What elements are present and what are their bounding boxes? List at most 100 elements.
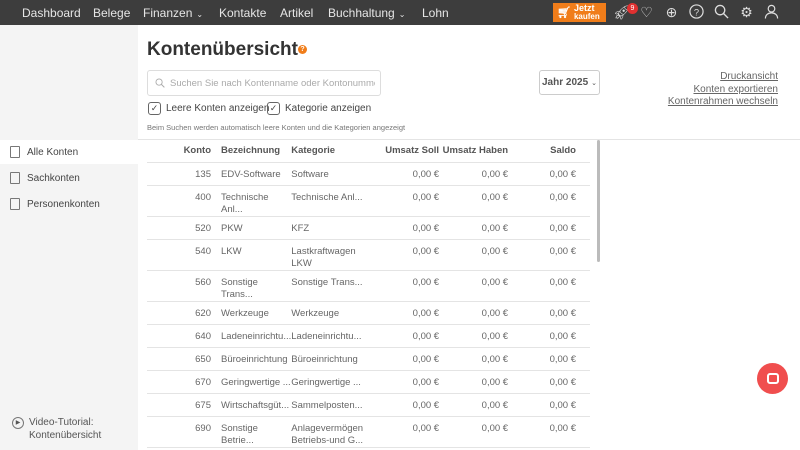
cell-umsatz-soll: 0,00 €	[371, 185, 440, 217]
document-icon	[10, 172, 20, 184]
video-tutorial-label: Video-Tutorial: Kontenübersicht	[29, 416, 101, 442]
video-line2: Kontenübersicht	[29, 430, 102, 441]
col-umsatz-haben[interactable]: Umsatz Haben	[439, 140, 509, 163]
chevron-down-icon: ⌄	[196, 10, 204, 19]
nav-buchhaltung-label: Buchhaltung	[328, 6, 395, 20]
cell-konto: 135	[147, 162, 211, 186]
table-scrollbar[interactable]	[597, 140, 600, 262]
cell-bezeichnung: Technische Anl...	[211, 185, 292, 217]
search-icon	[155, 78, 165, 88]
cell-umsatz-haben: 0,00 €	[439, 301, 509, 325]
year-select[interactable]: Jahr 2025 ⌄	[539, 70, 600, 95]
cell-umsatz-soll: 0,00 €	[371, 162, 440, 186]
table-row[interactable]: 400 Technische Anl... Technische Anl... 0,0…	[147, 185, 590, 217]
search-input[interactable]	[170, 77, 375, 89]
sidebar-item-label: Alle Konten	[27, 146, 79, 158]
checkmark-icon: ✓	[148, 102, 161, 115]
change-chart-of-accounts-link[interactable]: Kontenrahmen wechseln	[668, 96, 778, 109]
help-icon[interactable]: ?	[688, 4, 705, 21]
cell-umsatz-soll: 0,00 €	[371, 416, 440, 448]
table-row[interactable]: 675 Wirtschaftsgüt... Sammelposten... 0,00 …	[147, 393, 590, 417]
chat-button[interactable]	[757, 363, 788, 394]
cell-bezeichnung: Sonstige Betrie...	[211, 416, 292, 448]
cell-kategorie: Software	[291, 162, 372, 186]
action-links: Druckansicht Konten exportieren Kontenra…	[668, 71, 778, 109]
col-kategorie[interactable]: Kategorie	[291, 140, 372, 163]
cell-umsatz-soll: 0,00 €	[371, 370, 440, 394]
help-badge-icon[interactable]: ?	[298, 45, 307, 54]
table-row[interactable]: 640 Ladeneinrichtu... Ladeneinrichtu... 0,0…	[147, 324, 590, 348]
nav-finanzen[interactable]: Finanzen ⌄	[143, 6, 203, 20]
nav-buchhaltung[interactable]: Buchhaltung ⌄	[328, 6, 405, 20]
table-row[interactable]: 135 EDV-Software Software 0,00 €0,00 €0,00 …	[147, 162, 590, 186]
cell-kategorie: Technische Anl...	[291, 185, 372, 217]
cell-umsatz-soll: 0,00 €	[371, 270, 440, 302]
play-icon: ▶	[12, 417, 24, 429]
col-bezeichnung[interactable]: Bezeichnung	[211, 140, 292, 163]
cell-bezeichnung: Werkzeuge	[211, 301, 292, 325]
checkbox-label: Kategorie anzeigen	[285, 103, 372, 114]
cell-umsatz-haben: 0,00 €	[439, 216, 509, 240]
cell-saldo: 0,00 €	[508, 185, 590, 217]
buy-now-button[interactable]: 🛒︎ Jetzt kaufen	[553, 3, 606, 22]
cell-konto: 560	[147, 270, 211, 302]
cell-umsatz-soll: 0,00 €	[371, 301, 440, 325]
search-hint: Beim Suchen werden automatisch leere Kon…	[147, 123, 406, 132]
cell-umsatz-haben: 0,00 €	[439, 270, 509, 302]
search-icon[interactable]	[713, 4, 730, 21]
cell-bezeichnung: Geringwertige ...	[211, 370, 292, 394]
col-saldo[interactable]: Saldo	[508, 140, 590, 163]
sidebar-item-sachkonten[interactable]: Sachkonten	[0, 166, 138, 190]
cell-umsatz-soll: 0,00 €	[371, 239, 440, 271]
table-header: Konto Bezeichnung Kategorie Umsatz Soll …	[147, 140, 590, 163]
settings-gear-icon[interactable]: ⚙︎	[738, 4, 755, 21]
cell-konto: 650	[147, 347, 211, 371]
print-view-link[interactable]: Druckansicht	[668, 71, 778, 84]
chevron-down-icon: ⌄	[398, 10, 406, 19]
sidebar-item-alle-konten[interactable]: Alle Konten	[0, 140, 138, 164]
cell-saldo: 0,00 €	[508, 270, 590, 302]
cell-umsatz-haben: 0,00 €	[439, 239, 509, 271]
heart-icon[interactable]: ♡	[638, 4, 655, 21]
nav-lohn[interactable]: Lohn	[422, 6, 449, 20]
show-category-checkbox[interactable]: ✓ Kategorie anzeigen	[267, 102, 371, 115]
sidebar-item-personenkonten[interactable]: Personenkonten	[0, 192, 138, 216]
sidebar-item-label: Personenkonten	[27, 198, 100, 210]
export-accounts-link[interactable]: Konten exportieren	[668, 84, 778, 97]
cell-bezeichnung: Ladeneinrichtu...	[211, 324, 292, 348]
nav-dashboard[interactable]: Dashboard	[22, 6, 81, 20]
show-empty-accounts-checkbox[interactable]: ✓ Leere Konten anzeigen	[148, 102, 269, 115]
cell-bezeichnung: Wirtschaftsgüt...	[211, 393, 292, 417]
video-line1: Video-Tutorial:	[29, 417, 94, 428]
cell-saldo: 0,00 €	[508, 239, 590, 271]
cell-saldo: 0,00 €	[508, 393, 590, 417]
cell-konto: 675	[147, 393, 211, 417]
cell-saldo: 0,00 €	[508, 347, 590, 371]
table-row[interactable]: 670 Geringwertige ... Geringwertige ... 0,0…	[147, 370, 590, 394]
table-row[interactable]: 690 Sonstige Betrie... Anlagevermögen Betr…	[147, 416, 590, 448]
cell-kategorie: Lastkraftwagen LKW	[291, 239, 372, 271]
user-icon[interactable]	[763, 4, 780, 21]
search-field[interactable]	[147, 70, 381, 96]
table-row[interactable]: 560 Sonstige Trans... Sonstige Trans... 0,0…	[147, 270, 590, 302]
cell-konto: 640	[147, 324, 211, 348]
cell-saldo: 0,00 €	[508, 324, 590, 348]
nav-kontakte[interactable]: Kontakte	[219, 6, 266, 20]
cell-bezeichnung: Sonstige Trans...	[211, 270, 292, 302]
plus-circle-icon[interactable]: ⊕	[663, 4, 680, 21]
col-umsatz-soll[interactable]: Umsatz Soll	[371, 140, 440, 163]
cell-saldo: 0,00 €	[508, 301, 590, 325]
buy-line2: kaufen	[573, 12, 600, 21]
col-konto[interactable]: Konto	[147, 140, 211, 163]
cell-bezeichnung: PKW	[211, 216, 292, 240]
cell-konto: 670	[147, 370, 211, 394]
table-row[interactable]: 650 Büroeinrichtung Büroeinrichtung 0,00 €0…	[147, 347, 590, 371]
table-row[interactable]: 540 LKW Lastkraftwagen LKW 0,00 €0,00 €0,00…	[147, 239, 590, 271]
table-row[interactable]: 520 PKW KFZ 0,00 €0,00 €0,00 €	[147, 216, 590, 240]
video-tutorial-link[interactable]: ▶ Video-Tutorial: Kontenübersicht	[12, 416, 101, 442]
chevron-down-icon: ⌄	[591, 79, 598, 87]
table-row[interactable]: 620 Werkzeuge Werkzeuge 0,00 €0,00 €0,00 €	[147, 301, 590, 325]
nav-artikel[interactable]: Artikel	[280, 6, 313, 20]
nav-belege[interactable]: Belege	[93, 6, 130, 20]
cell-kategorie: Ladeneinrichtu...	[291, 324, 372, 348]
